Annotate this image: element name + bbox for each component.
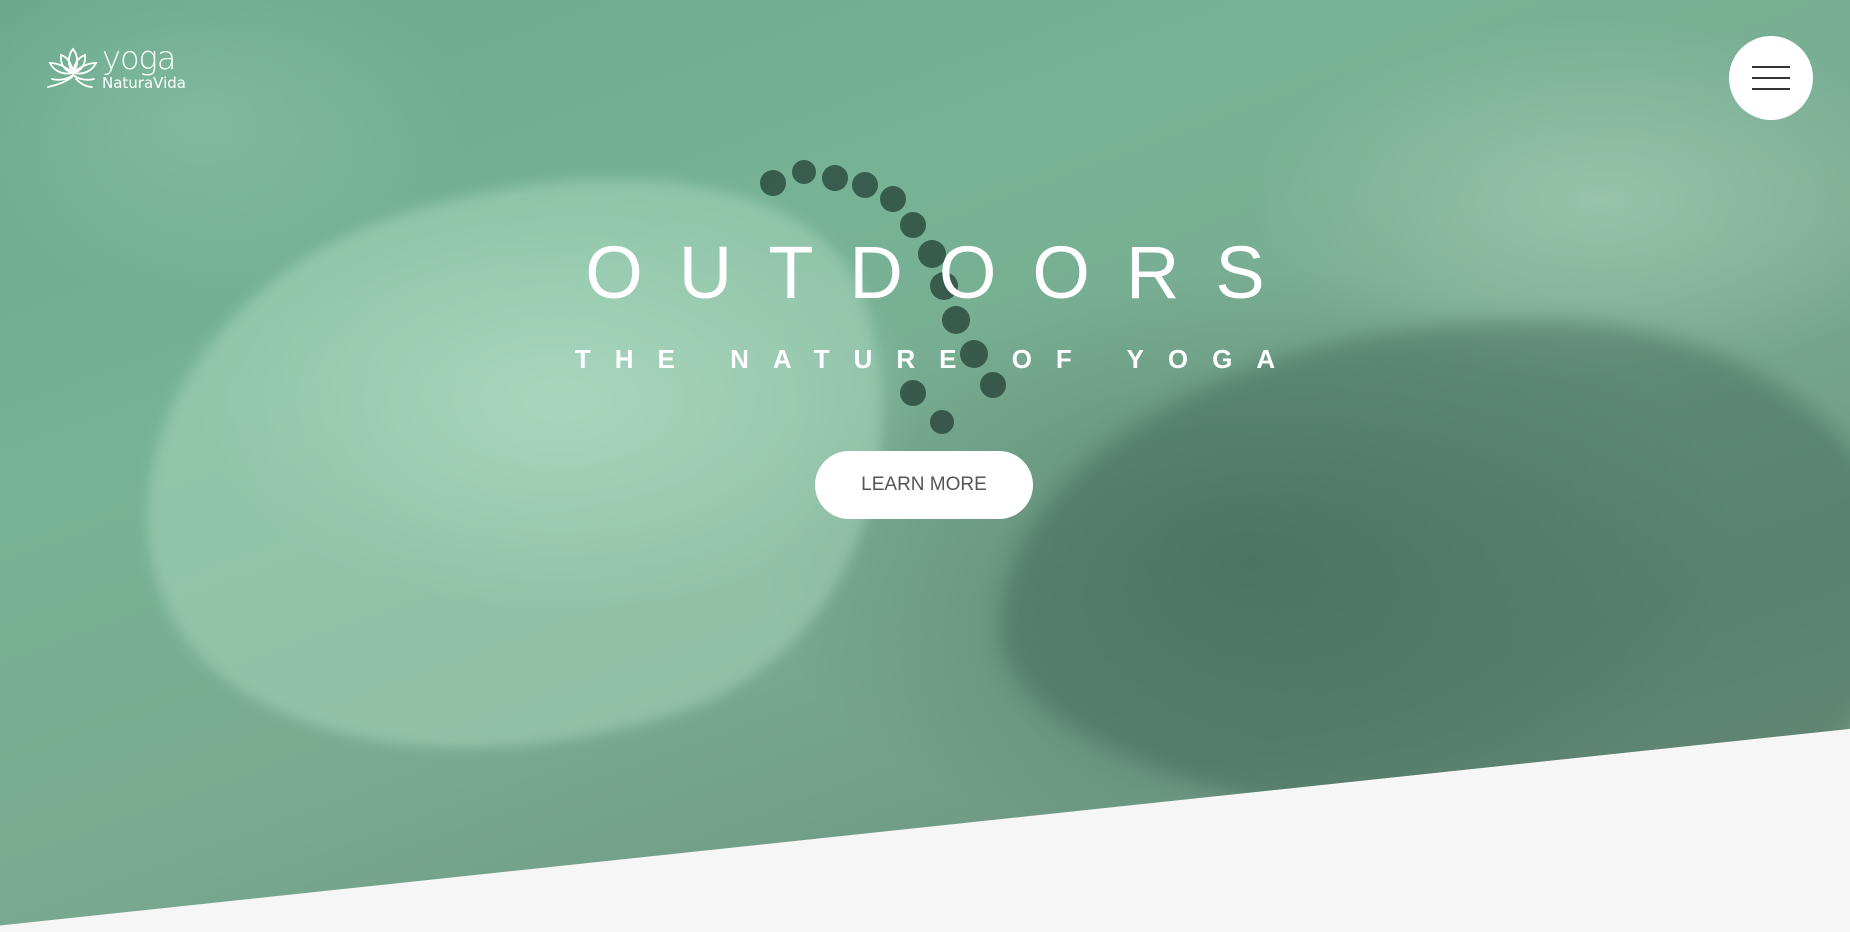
menu-button[interactable] [1729,36,1813,120]
hero-title: OUTDOORS [585,231,1301,314]
hamburger-menu-icon [1752,66,1790,90]
brand-tagline: NaturaVida [102,74,186,92]
brand-name: yoga [102,39,176,77]
brand-logo[interactable]: yoga NaturaVida [46,42,186,91]
page: yoga NaturaVida OUTDOORS THE NATURE OF Y… [0,0,1850,932]
lotus-icon [47,47,98,88]
learn-more-button[interactable]: LEARN MORE [815,451,1033,519]
hero-subtitle: THE NATURE OF YOGA [574,344,1300,374]
